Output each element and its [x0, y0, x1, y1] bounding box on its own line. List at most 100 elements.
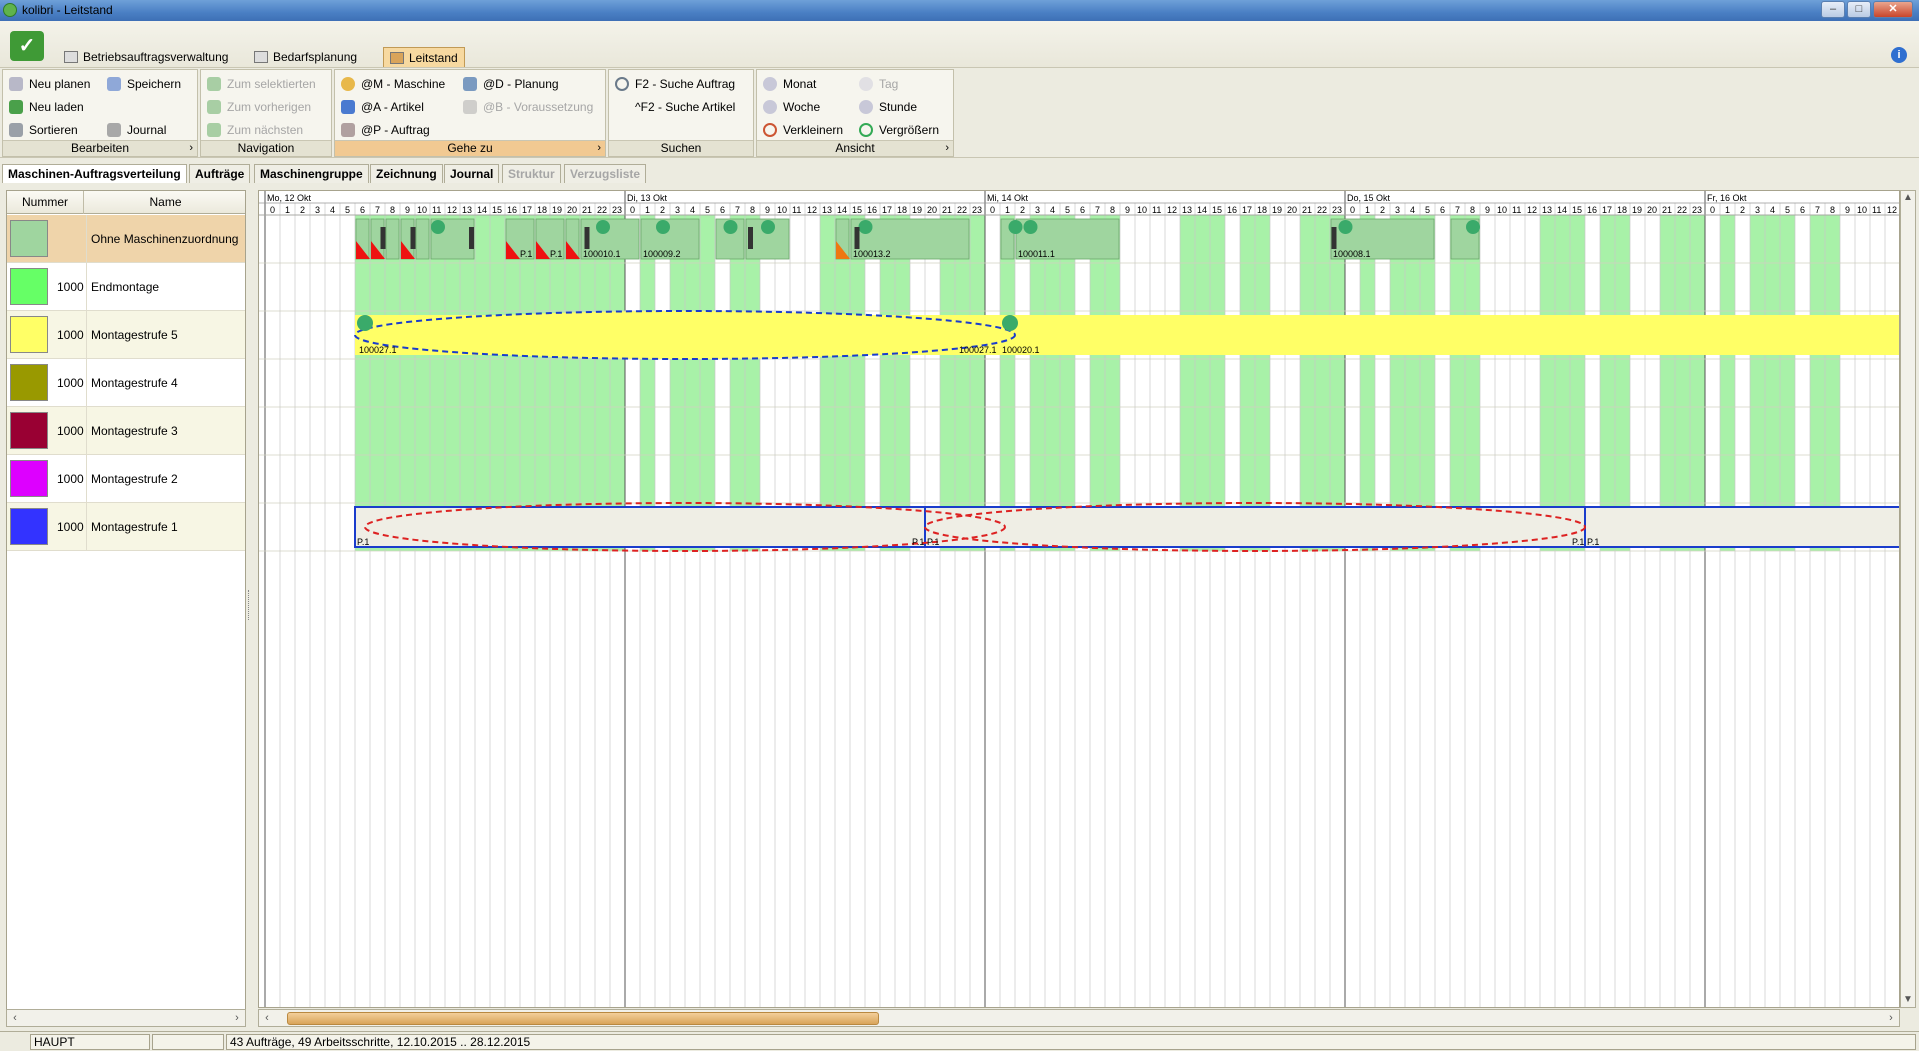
verkleinern-button[interactable]: Verkleinern	[763, 121, 843, 139]
ansicht-tag-button[interactable]: Tag	[859, 75, 898, 93]
close-button[interactable]: ✕	[1873, 1, 1913, 18]
app-tab-bedarfsplanung[interactable]: Bedarfsplanung	[248, 47, 363, 67]
sortieren-button[interactable]: Sortieren	[9, 121, 78, 139]
working-hour-shade	[505, 215, 520, 551]
working-hour-shade	[355, 215, 370, 551]
machine-row[interactable]: 10000 Endmontage	[7, 263, 245, 311]
machine-icon	[341, 77, 355, 91]
scrollbar-thumb[interactable]	[287, 1012, 879, 1025]
machine-row[interactable]: 10002 Montagestrufe 4	[7, 359, 245, 407]
hour-label: 22	[1317, 205, 1327, 215]
column-header-name[interactable]: Name	[84, 191, 247, 214]
hour-label: 4	[1050, 205, 1055, 215]
working-hour-shade	[1240, 215, 1255, 551]
working-hour-shade	[1030, 215, 1045, 551]
zoom-in-icon	[859, 123, 873, 137]
app-tab-betriebsauftragsverwaltung[interactable]: Betriebsauftragsverwaltung	[58, 47, 234, 67]
tab-auftraege[interactable]: Aufträge	[189, 164, 251, 183]
scroll-left-icon[interactable]: ‹	[7, 1010, 23, 1026]
suche-artikel-button[interactable]: ^F2 - Suche Artikel	[635, 98, 735, 116]
tab-struktur[interactable]: Struktur	[502, 164, 561, 183]
hour-label: 14	[1557, 205, 1567, 215]
gantt-vscrollbar[interactable]: ▲ ▼	[1900, 190, 1916, 1008]
montage1-bar	[1584, 506, 1899, 548]
scroll-down-icon[interactable]: ▼	[1901, 993, 1915, 1007]
app-tab-leitstand[interactable]: Leitstand	[383, 47, 465, 67]
goto-voraussetzung-button[interactable]: @B - Voraussetzung	[463, 98, 593, 116]
status-info: 43 Aufträge, 49 Arbeitsschritte, 12.10.2…	[226, 1034, 1916, 1050]
tab-maschinen-auftragsverteilung[interactable]: Maschinen-Auftragsverteilung	[2, 164, 187, 183]
neu-planen-button[interactable]: Neu planen	[9, 75, 90, 93]
neu-laden-button[interactable]: Neu laden	[9, 98, 84, 116]
montage1-bar	[354, 506, 926, 548]
ribbon-group-title: Bearbeiten ›	[3, 140, 197, 156]
machine-row[interactable]: 10003 Montagestrufe 3	[7, 407, 245, 455]
planning-icon	[463, 77, 477, 91]
hour-label: 19	[552, 205, 562, 215]
working-hour-shade	[1540, 215, 1555, 551]
goto-auftrag-button[interactable]: @P - Auftrag	[341, 121, 430, 139]
order-status-circle	[596, 220, 610, 234]
ansicht-woche-button[interactable]: Woche	[763, 98, 820, 116]
working-hour-shade	[1300, 215, 1315, 551]
expand-icon[interactable]: ›	[597, 141, 601, 156]
expand-icon[interactable]: ›	[945, 141, 949, 156]
hour-label: 17	[1602, 205, 1612, 215]
machine-list-hscrollbar[interactable]: ‹ ›	[6, 1009, 246, 1027]
suche-auftrag-button[interactable]: F2 - Suche Auftrag	[615, 75, 735, 93]
journal-button[interactable]: Journal	[107, 121, 166, 139]
working-hour-shade	[1660, 215, 1675, 551]
working-hour-shade	[1360, 215, 1375, 551]
gantt-canvas[interactable]: Mo, 12 Okt Di, 13 Okt Mi, 14 Okt Do, 15 Okt…	[259, 191, 1900, 1008]
ansicht-monat-button[interactable]: Monat	[763, 75, 816, 93]
machine-row[interactable]: 10005 Montagestrufe 1	[7, 503, 245, 551]
zum-naechsten-button[interactable]: Zum nächsten	[207, 121, 303, 139]
ansicht-stunde-button[interactable]: Stunde	[859, 98, 917, 116]
zum-vorherigen-button[interactable]: Zum vorherigen	[207, 98, 311, 116]
expand-icon[interactable]: ›	[189, 141, 193, 156]
hour-label: 20	[1287, 205, 1297, 215]
tab-zeichnung[interactable]: Zeichnung	[370, 164, 443, 183]
vergroessern-button[interactable]: Vergrößern	[859, 121, 939, 139]
search-icon	[615, 77, 629, 91]
journal-icon	[107, 123, 121, 137]
hour-label: 17	[882, 205, 892, 215]
working-hour-shade	[1045, 215, 1060, 551]
zum-selektierten-button[interactable]: Zum selektierten	[207, 75, 316, 93]
goto-planung-button[interactable]: @D - Planung	[463, 75, 559, 93]
ribbon-group-title: Navigation	[201, 140, 331, 156]
hour-label: 11	[792, 205, 801, 215]
machine-row[interactable]: 10004 Montagestrufe 2	[7, 455, 245, 503]
hour-label: 23	[612, 205, 622, 215]
gantt-hscrollbar[interactable]: ‹ ›	[258, 1009, 1900, 1027]
working-hour-shade	[1615, 215, 1630, 551]
goto-maschine-button[interactable]: @M - Maschine	[341, 75, 445, 93]
speichern-button[interactable]: Speichern	[107, 75, 181, 93]
hour-label: 21	[1662, 205, 1672, 215]
kolibri-logo-icon[interactable]: ✓	[10, 31, 44, 61]
scroll-left-icon[interactable]: ‹	[259, 1010, 275, 1026]
scroll-right-icon[interactable]: ›	[1883, 1010, 1899, 1026]
machine-row[interactable]: 10001 Montagestrufe 5	[7, 311, 245, 359]
info-icon[interactable]: i	[1891, 47, 1907, 63]
maximize-button[interactable]: □	[1847, 1, 1871, 18]
tab-verzugsliste[interactable]: Verzugsliste	[564, 164, 647, 183]
machine-number: 10003	[57, 424, 84, 438]
gantt-chart[interactable]: Mo, 12 Okt Di, 13 Okt Mi, 14 Okt Do, 15 Okt…	[258, 190, 1900, 1008]
goto-artikel-button[interactable]: @A - Artikel	[341, 98, 424, 116]
scroll-right-icon[interactable]: ›	[229, 1010, 245, 1026]
tab-maschinengruppe[interactable]: Maschinengruppe	[254, 164, 369, 183]
hour-label: 20	[927, 205, 937, 215]
tab-journal[interactable]: Journal	[444, 164, 500, 183]
order-block	[385, 218, 400, 260]
machine-row[interactable]: Ohne Maschinenzuordnung	[7, 215, 245, 263]
scroll-up-icon[interactable]: ▲	[1901, 191, 1915, 205]
hour-label: 8	[1470, 205, 1475, 215]
hour-label: 11	[1872, 205, 1881, 215]
hour-label: 7	[1455, 205, 1460, 215]
minimize-button[interactable]: –	[1821, 1, 1845, 18]
ribbon-group-ansicht: Monat Tag Woche Stunde Verkleinern Vergr…	[756, 69, 954, 157]
column-header-nummer[interactable]: Nummer	[7, 191, 84, 214]
panel-splitter-handle[interactable]	[248, 590, 252, 620]
next-icon	[207, 123, 221, 137]
